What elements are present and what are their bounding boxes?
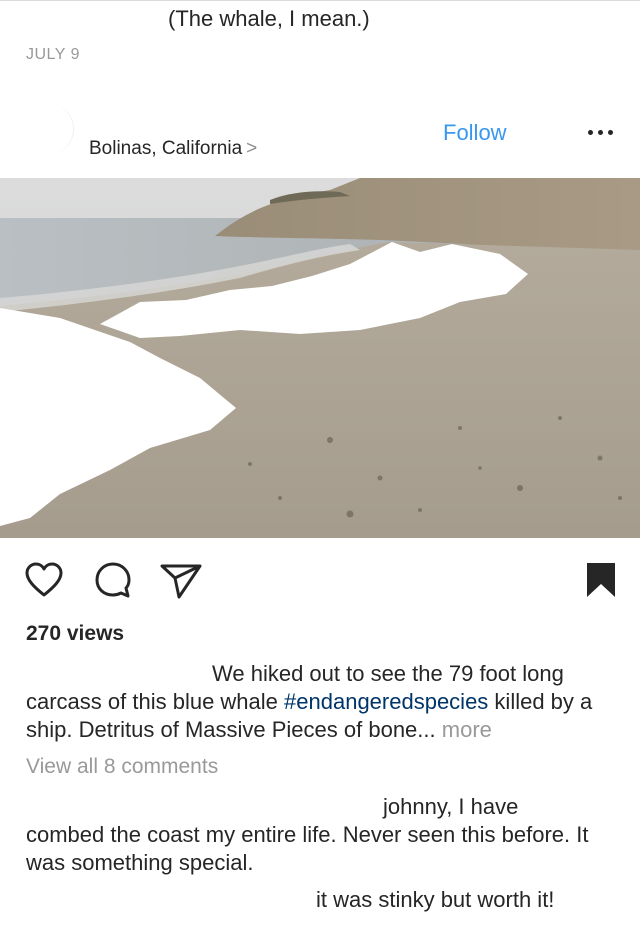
more-dots-icon[interactable] <box>586 122 616 142</box>
chevron-right-icon: > <box>246 138 258 159</box>
post-photo[interactable] <box>0 178 640 538</box>
caption-text-2: carcass of this blue whale <box>26 689 285 714</box>
caption-text-1: We hiked out to see the 79 foot long <box>212 661 564 686</box>
comment-item: it was stinky but worth it! <box>316 887 555 912</box>
post-date: JULY 9 <box>26 46 80 63</box>
avatar[interactable] <box>24 104 74 154</box>
views-count[interactable]: 270 views <box>26 622 124 646</box>
comment-text-line1: johnny, I have <box>383 794 519 819</box>
bookmark-icon[interactable] <box>586 562 616 598</box>
hashtag-link[interactable]: #endangeredspecies <box>284 689 488 714</box>
post-location[interactable]: Bolinas, California > <box>89 138 257 160</box>
send-icon[interactable] <box>160 563 202 599</box>
comment-text-rest: combed the coast my entire life. Never s… <box>26 822 589 875</box>
action-bar <box>0 558 640 602</box>
comment-icon[interactable] <box>94 561 132 599</box>
location-label: Bolinas, California <box>89 138 243 159</box>
view-all-comments-link[interactable]: View all 8 comments <box>26 755 218 779</box>
heart-icon[interactable] <box>24 562 64 598</box>
comment-item: johnny, I have combed the coast my entire… <box>26 793 626 877</box>
top-divider <box>0 0 640 1</box>
follow-button[interactable]: Follow <box>443 120 507 146</box>
post-caption: We hiked out to see the 79 foot long carc… <box>26 660 626 744</box>
caption-more-link[interactable]: more <box>442 717 492 742</box>
beach-photo-icon <box>0 178 640 538</box>
previous-post-caption: (The whale, I mean.) <box>168 6 370 31</box>
